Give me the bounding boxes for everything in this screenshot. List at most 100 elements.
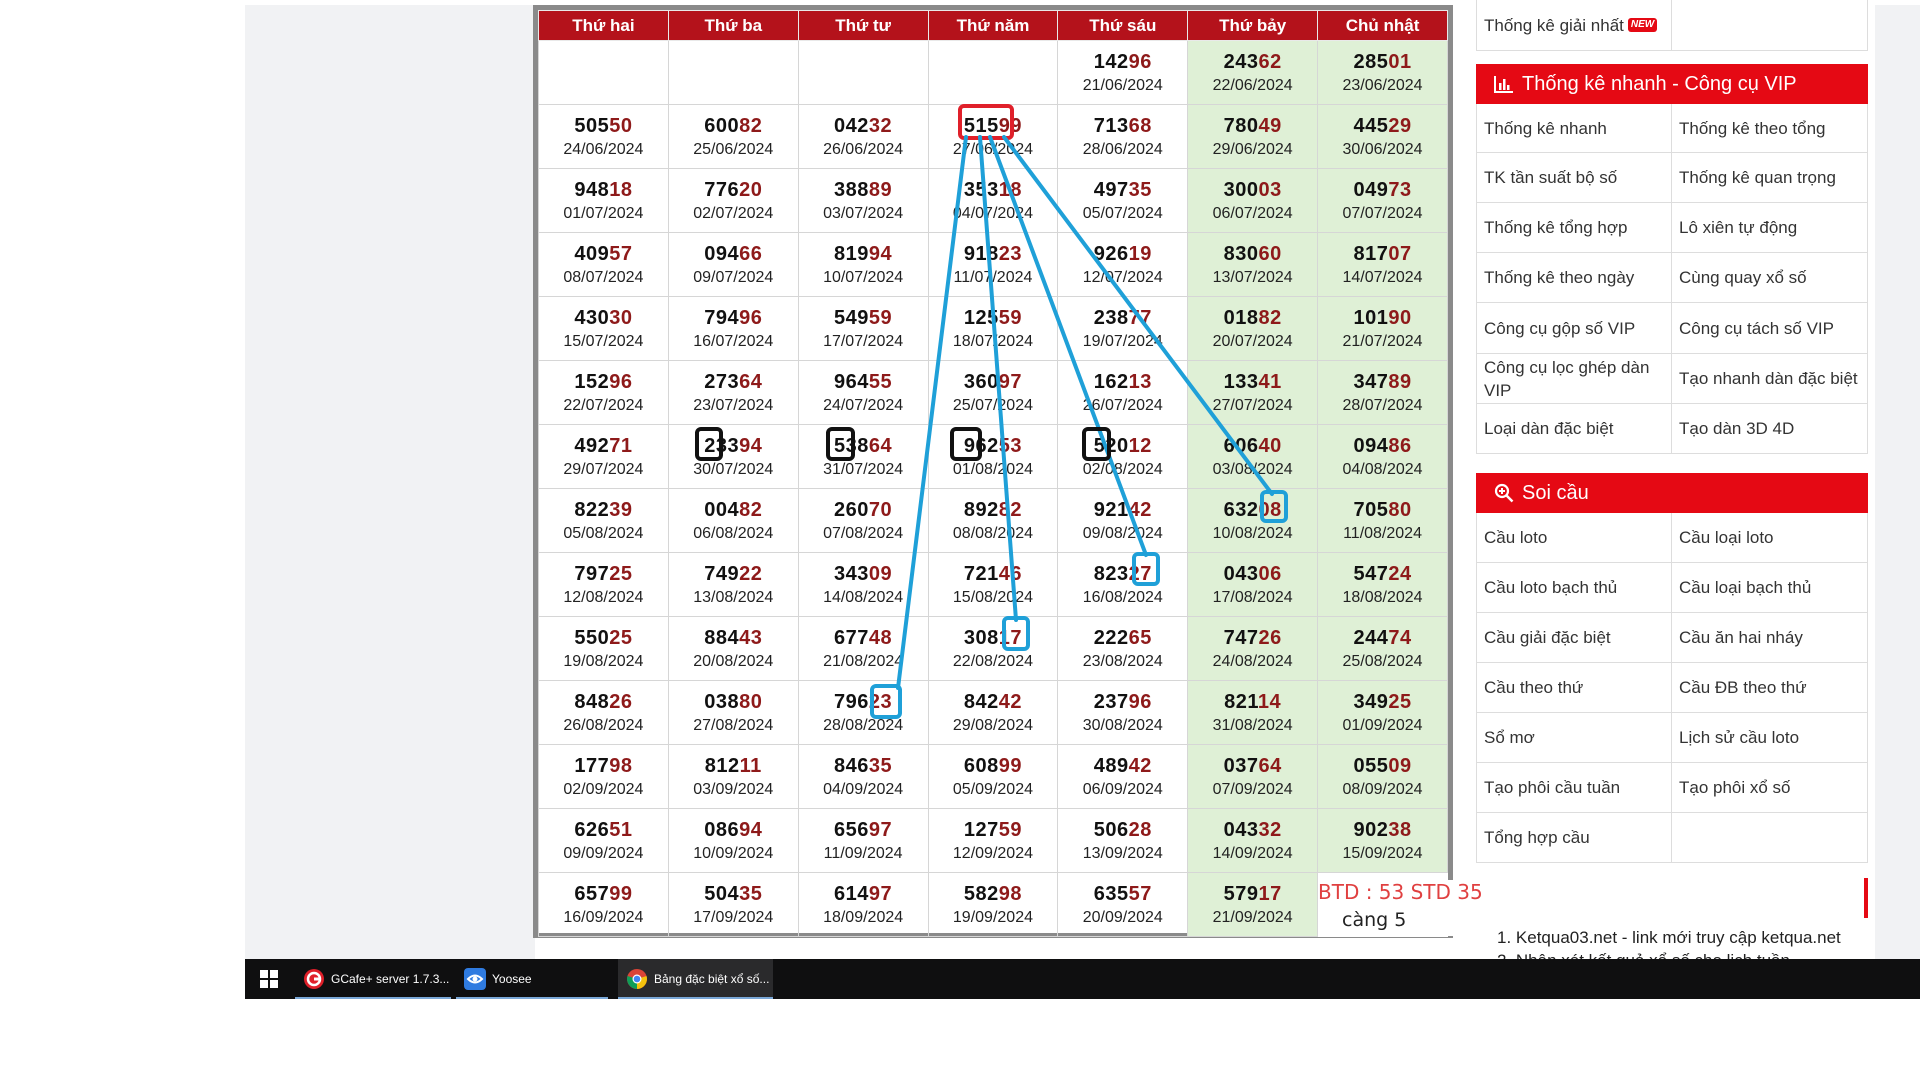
result-date: 31/08/2024 xyxy=(1212,716,1293,734)
result-cell: 84635 04/09/2024 xyxy=(797,744,929,809)
result-date: 22/07/2024 xyxy=(563,396,644,414)
result-number: 50435 xyxy=(704,882,763,905)
sidebar-link[interactable]: Lô xiên tự động xyxy=(1672,203,1867,252)
result-cell: 09486 04/08/2024 xyxy=(1317,424,1448,489)
sidebar-link[interactable]: Cùng quay xổ số xyxy=(1672,253,1867,302)
result-date: 26/08/2024 xyxy=(563,716,644,734)
result-cell: 96455 24/07/2024 xyxy=(797,360,929,425)
result-date: 23/08/2024 xyxy=(1082,652,1163,670)
sidebar-link[interactable]: Tạo phôi cầu tuần xyxy=(1477,763,1672,812)
taskbar-app-gcafe[interactable]: GCafe+ server 1.7.3... xyxy=(295,959,451,999)
result-date: 11/07/2024 xyxy=(953,268,1033,286)
section-title: Soi cầu xyxy=(1522,481,1589,504)
sidebar-row: Loại dàn đặc biệt Tạo dàn 3D 4D xyxy=(1477,404,1867,454)
result-cell: 05509 08/09/2024 xyxy=(1317,744,1448,809)
sidebar-link[interactable]: Tạo phôi xổ số xyxy=(1672,763,1867,812)
result-date: 15/09/2024 xyxy=(1342,844,1423,862)
result-cell: 81211 03/09/2024 xyxy=(667,744,799,809)
sidebar-link[interactable]: Lịch sử cầu loto xyxy=(1672,713,1867,762)
sidebar-link[interactable]: Cầu loto xyxy=(1477,513,1672,562)
sidebar-link[interactable]: Cầu loại loto xyxy=(1672,513,1867,562)
sidebar-link[interactable]: Cầu giải đặc biệt xyxy=(1477,613,1672,662)
taskbar-app-label: GCafe+ server 1.7.3... xyxy=(331,972,450,986)
sidebar-link[interactable]: Tổng hợp cầu xyxy=(1477,813,1672,862)
result-cell: 03880 27/08/2024 xyxy=(667,680,799,745)
empty-cell xyxy=(538,40,669,105)
result-cell: 04306 17/08/2024 xyxy=(1187,552,1319,617)
sidebar-link[interactable]: Tạo dàn 3D 4D xyxy=(1672,404,1867,453)
result-date: 01/07/2024 xyxy=(563,204,644,222)
result-date: 13/09/2024 xyxy=(1082,844,1163,862)
sidebar-link[interactable]: Tạo nhanh dàn đặc biệt xyxy=(1672,354,1867,403)
result-cell: 35318 04/07/2024 xyxy=(927,168,1059,233)
sidebar-link[interactable]: Cầu loại bạch thủ xyxy=(1672,563,1867,612)
result-cell: 13341 27/07/2024 xyxy=(1187,360,1319,425)
sidebar-empty-cell xyxy=(1672,0,1867,50)
result-number: 67748 xyxy=(834,626,893,649)
sidebar-link[interactable]: Sổ mơ xyxy=(1477,713,1672,762)
result-number: 03764 xyxy=(1223,754,1282,777)
result-number: 96455 xyxy=(834,370,893,393)
result-date: 29/08/2024 xyxy=(952,716,1033,734)
sidebar-link-top-stat[interactable]: Thống kê giải nhất NEW xyxy=(1477,0,1672,50)
result-cell: 60899 05/09/2024 xyxy=(927,744,1059,809)
result-cell: 27364 23/07/2024 xyxy=(667,360,799,425)
result-number: 89282 xyxy=(963,498,1023,521)
news-item[interactable]: 1. Ketqua03.net - link mới truy cập ketq… xyxy=(1497,926,1877,949)
result-number: 50550 xyxy=(574,114,633,137)
sidebar-link[interactable]: Thống kê nhanh xyxy=(1477,104,1672,152)
sidebar-link-label: Tổng hợp cầu xyxy=(1484,828,1590,847)
result-number: 23796 xyxy=(1093,690,1152,713)
sidebar-row: TK tần suất bộ số Thống kê quan trọng xyxy=(1477,153,1867,203)
news-accent-bar xyxy=(1864,878,1868,918)
taskbar-app-yoosee[interactable]: Yoosee xyxy=(456,959,608,999)
result-number: 65697 xyxy=(834,818,893,841)
taskbar-app-chrome[interactable]: Bảng đặc biệt xổ số... xyxy=(618,959,773,999)
result-date: 03/09/2024 xyxy=(693,780,774,798)
result-date: 31/07/2024 xyxy=(823,460,904,478)
sidebar-link[interactable]: Công cụ tách số VIP xyxy=(1672,303,1867,353)
sidebar-link-label: Thống kê nhanh xyxy=(1484,118,1607,138)
result-date: 08/08/2024 xyxy=(952,524,1033,542)
result-number: 72146 xyxy=(963,562,1023,585)
sidebar-link[interactable]: Cầu loto bạch thủ xyxy=(1477,563,1672,612)
sidebar-link[interactable]: Cầu ăn hai nháy xyxy=(1672,613,1867,662)
sidebar-link[interactable]: Công cụ gộp số VIP xyxy=(1477,303,1672,353)
result-number: 53864 xyxy=(834,434,893,457)
sidebar-link-label: Tạo phôi xổ số xyxy=(1679,778,1791,797)
result-cell: 09466 09/07/2024 xyxy=(667,232,799,297)
result-date: 08/07/2024 xyxy=(563,268,644,286)
sidebar-link[interactable]: Công cụ lọc ghép dàn VIP xyxy=(1477,354,1672,403)
windows-logo-icon[interactable] xyxy=(245,959,293,999)
sidebar-link-label: Công cụ lọc ghép dàn VIP xyxy=(1484,357,1650,400)
result-number: 83060 xyxy=(1223,242,1282,265)
sidebar-link-label: Tạo phôi cầu tuần xyxy=(1484,778,1621,797)
result-cell: 78049 29/06/2024 xyxy=(1187,104,1319,169)
sidebar-row: Thống kê theo ngày Cùng quay xổ số xyxy=(1477,253,1867,303)
sidebar-link-label: Cùng quay xổ số xyxy=(1679,268,1807,287)
taskbar-app-label: Bảng đặc biệt xổ số... xyxy=(654,972,770,986)
table-row: 84826 26/08/2024 03880 27/08/2024 79623 28/08… xyxy=(538,680,1448,745)
sidebar-link[interactable]: Cầu theo thứ xyxy=(1477,663,1672,712)
sidebar-link[interactable]: Cầu ĐB theo thứ xyxy=(1672,663,1867,712)
result-date: 10/09/2024 xyxy=(693,844,774,862)
result-cell: 84826 26/08/2024 xyxy=(538,680,669,745)
sidebar-link-label: Cầu ăn hai nháy xyxy=(1679,628,1803,647)
result-cell: 40957 08/07/2024 xyxy=(538,232,669,297)
result-cell: 01882 20/07/2024 xyxy=(1187,296,1319,361)
sidebar-link[interactable]: Thống kê tổng hợp xyxy=(1477,203,1672,252)
sidebar-link[interactable]: Thống kê theo ngày xyxy=(1477,253,1672,302)
result-date: 07/09/2024 xyxy=(1212,780,1293,798)
result-date: 20/09/2024 xyxy=(1082,908,1163,926)
result-date: 22/08/2024 xyxy=(952,652,1033,670)
bar-chart-icon xyxy=(1494,75,1514,93)
sidebar-link[interactable]: TK tần suất bộ số xyxy=(1477,153,1672,202)
result-date: 09/09/2024 xyxy=(563,844,644,862)
taskbar-app-label: Yoosee xyxy=(492,972,532,986)
empty-cell xyxy=(927,40,1059,105)
sidebar-link-label: TK tần suất bộ số xyxy=(1484,168,1618,187)
sidebar-link[interactable]: Thống kê theo tổng xyxy=(1672,104,1867,152)
sidebar-link[interactable]: Thống kê quan trọng xyxy=(1672,153,1867,202)
result-date: 26/06/2024 xyxy=(823,140,904,158)
sidebar-link[interactable]: Loại dàn đặc biệt xyxy=(1477,404,1672,453)
